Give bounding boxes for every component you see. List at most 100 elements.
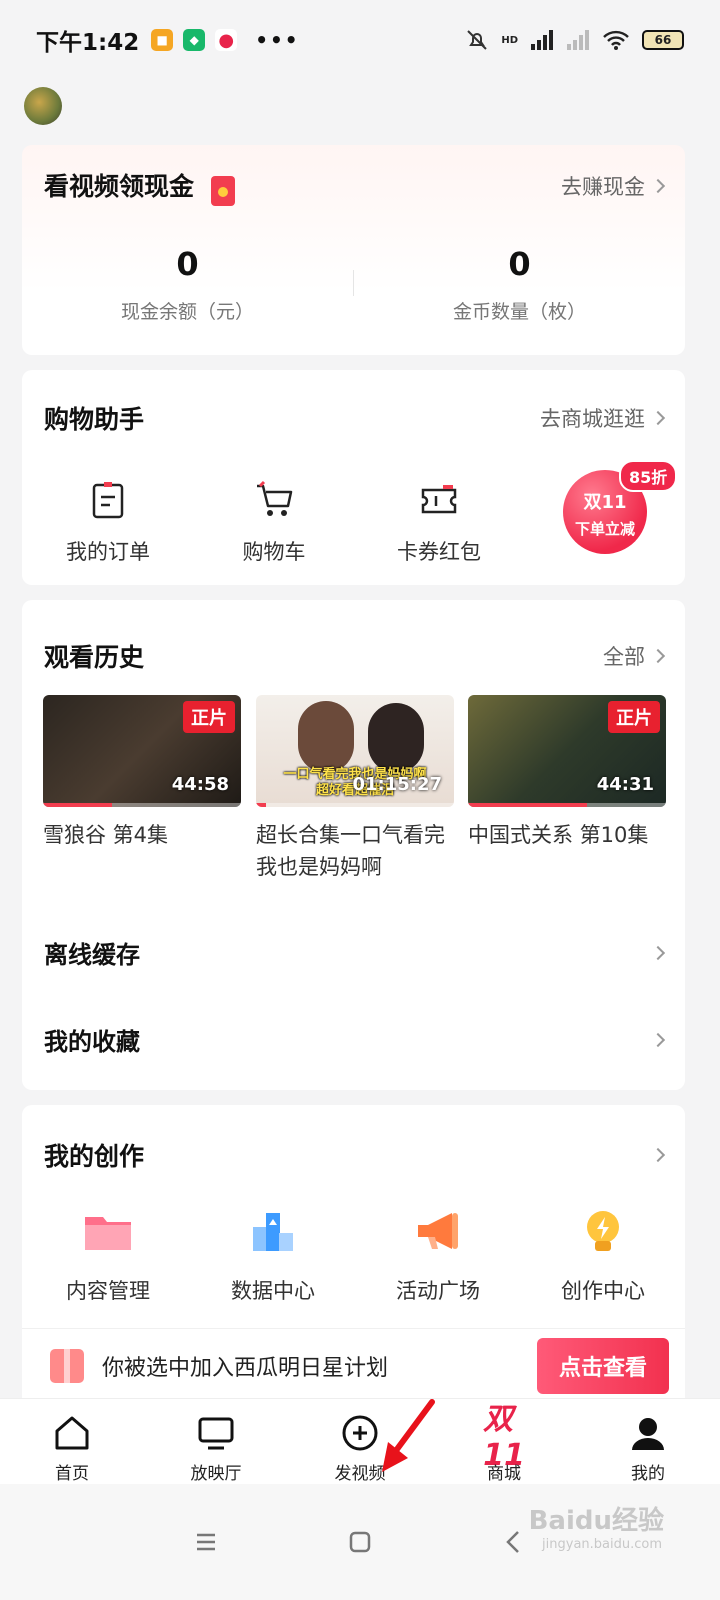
watch-progress <box>256 803 454 807</box>
coupons-button[interactable]: 卡券红包 <box>369 480 509 566</box>
view-now-button[interactable]: 点击查看 <box>536 1337 669 1394</box>
creator-center-label: 创作中心 <box>561 1279 645 1303</box>
view-all-label: 全部 <box>603 645 645 669</box>
tab-profile-label: 我的 <box>631 1464 665 1484</box>
back-icon[interactable] <box>497 1525 531 1559</box>
signal-icon <box>531 30 553 50</box>
tv-icon <box>198 1417 234 1450</box>
coupon-icon <box>421 485 457 514</box>
home-square-icon[interactable] <box>343 1525 377 1559</box>
chevron-right-icon <box>650 410 666 426</box>
history-video-1[interactable]: 正片 44:58 雪狼谷 第4集 <box>43 695 241 851</box>
video-title: 超长合集一口气看完我也是妈妈啊 <box>256 823 445 879</box>
lightbulb-icon <box>587 1211 619 1251</box>
tab-profile[interactable]: 我的 <box>576 1399 720 1484</box>
tab-home-label: 首页 <box>55 1464 89 1484</box>
event-plaza-button[interactable]: 活动广场 <box>358 1205 518 1305</box>
cash-card-header: 看视频领现金 去赚现金 <box>44 167 666 206</box>
shield-app-icon: ◆ <box>183 29 206 51</box>
watch-progress <box>468 803 666 807</box>
shopping-card-title: 购物助手 <box>44 405 145 434</box>
video-duration: 44:58 <box>171 774 229 795</box>
view-all-history-link[interactable]: 全部 <box>603 641 666 671</box>
history-video-2[interactable]: 一口气看完我也是妈妈啊 超好看超催泪 01:15:27 超长合集一口气看完我也是… <box>256 695 454 883</box>
full-episode-badge: 正片 <box>183 701 235 733</box>
content-management-label: 内容管理 <box>66 1279 150 1303</box>
data-center-button[interactable]: 数据中心 <box>193 1205 353 1305</box>
watermark-logo: Baidu经验 <box>528 1506 664 1536</box>
tab-mall[interactable]: 双11 商城 <box>432 1399 576 1485</box>
history-card: 观看历史 全部 正片 44:58 雪狼谷 第4集 一口气看完我也是妈妈啊 超好看… <box>22 600 685 1090</box>
notes-app-icon: ■ <box>151 29 174 51</box>
visit-mall-link[interactable]: 去商城逛逛 <box>540 403 666 433</box>
menu-icon[interactable] <box>189 1525 223 1559</box>
status-time: 下午1:42 <box>36 30 140 56</box>
star-plan-banner[interactable]: 你被选中加入西瓜明日星计划 点击查看 <box>22 1328 685 1402</box>
coin-count-value: 0 <box>508 245 531 283</box>
cart-button[interactable]: 购物车 <box>204 480 344 566</box>
full-episode-badge: 正片 <box>608 701 660 733</box>
video-thumbnail: 正片 44:58 <box>43 695 241 807</box>
gift-icon <box>50 1348 84 1383</box>
banner-text: 你被选中加入西瓜明日星计划 <box>102 1355 389 1381</box>
cash-balance[interactable]: 0 现金余额（元） <box>22 245 353 324</box>
offline-cache-label: 离线缓存 <box>44 941 140 969</box>
visit-mall-link-label: 去商城逛逛 <box>540 407 645 431</box>
order-icon <box>92 482 124 519</box>
cash-card-title: 看视频领现金 <box>44 172 195 201</box>
my-orders-button[interactable]: 我的订单 <box>38 480 178 566</box>
mall-logo-icon: 双11 <box>483 1401 525 1473</box>
network-label: HD <box>501 34 518 46</box>
shopping-card: 购物助手 去商城逛逛 我的订单 购物车 卡券红包 双11 下单立减 85折 <box>22 370 685 585</box>
video-thumbnail: 一口气看完我也是妈妈啊 超好看超催泪 01:15:27 <box>256 695 454 807</box>
wifi-icon <box>603 30 629 50</box>
discount-badge: 85折 <box>619 460 678 492</box>
my-orders-label: 我的订单 <box>66 540 150 564</box>
red-packet-icon <box>211 175 236 206</box>
tab-theater[interactable]: 放映厅 <box>144 1399 288 1484</box>
history-card-header: 观看历史 全部 <box>44 638 666 674</box>
megaphone-icon <box>418 1213 458 1249</box>
avatar[interactable] <box>24 87 62 125</box>
tab-home[interactable]: 首页 <box>0 1399 144 1484</box>
data-chart-icon <box>253 1213 293 1251</box>
history-card-title: 观看历史 <box>44 643 145 672</box>
video-title: 中国式关系 第10集 <box>468 823 649 847</box>
cash-card: 看视频领现金 去赚现金 0 现金余额（元） 0 金币数量（枚） <box>22 145 685 355</box>
video-duration: 01:15:27 <box>352 774 442 795</box>
cart-label: 购物车 <box>242 540 306 564</box>
chevron-right-icon <box>650 179 666 194</box>
video-title: 雪狼谷 第4集 <box>43 823 169 847</box>
data-center-label: 数据中心 <box>231 1279 315 1303</box>
more-notifications-icon: ••• <box>255 28 300 52</box>
coin-count-label: 金币数量（枚） <box>452 301 586 323</box>
coin-count[interactable]: 0 金币数量（枚） <box>354 245 685 324</box>
favorites-row[interactable]: 我的收藏 <box>44 1022 666 1057</box>
video-app-icon: ● <box>215 29 238 51</box>
signal-weak-icon <box>567 30 589 50</box>
folder-icon <box>85 1217 131 1250</box>
profile-icon <box>632 1418 664 1450</box>
earn-cash-link-label: 去赚现金 <box>561 175 645 200</box>
cash-balance-label: 现金余额（元） <box>120 301 254 323</box>
earn-cash-link[interactable]: 去赚现金 <box>561 171 666 201</box>
offline-cache-row[interactable]: 离线缓存 <box>44 935 666 970</box>
shopping-card-header: 购物助手 去商城逛逛 <box>44 400 666 436</box>
creator-center-button[interactable]: 创作中心 <box>523 1205 683 1305</box>
battery-icon: 66 <box>642 30 684 50</box>
history-video-3[interactable]: 正片 44:31 中国式关系 第10集 <box>468 695 666 851</box>
chevron-right-icon <box>650 648 666 664</box>
status-bar: 下午1:42 ■ ◆ ● ••• HD 66 <box>0 0 720 80</box>
video-thumbnail: 正片 44:31 <box>468 695 666 807</box>
annotation-arrow-icon <box>382 1399 435 1472</box>
creation-card-header[interactable]: 我的创作 <box>44 1137 666 1173</box>
content-management-button[interactable]: 内容管理 <box>28 1205 188 1305</box>
mute-bell-icon <box>467 30 488 50</box>
bottom-tab-bar: 首页 放映厅 发视频 双11 商城 我的 <box>0 1398 720 1484</box>
chevron-right-icon <box>650 1032 666 1047</box>
favorites-label: 我的收藏 <box>44 1028 140 1056</box>
video-duration: 44:31 <box>596 774 654 795</box>
cart-icon <box>257 480 293 516</box>
tab-mall-label: 商城 <box>487 1464 521 1484</box>
creation-card-title: 我的创作 <box>44 1142 145 1171</box>
